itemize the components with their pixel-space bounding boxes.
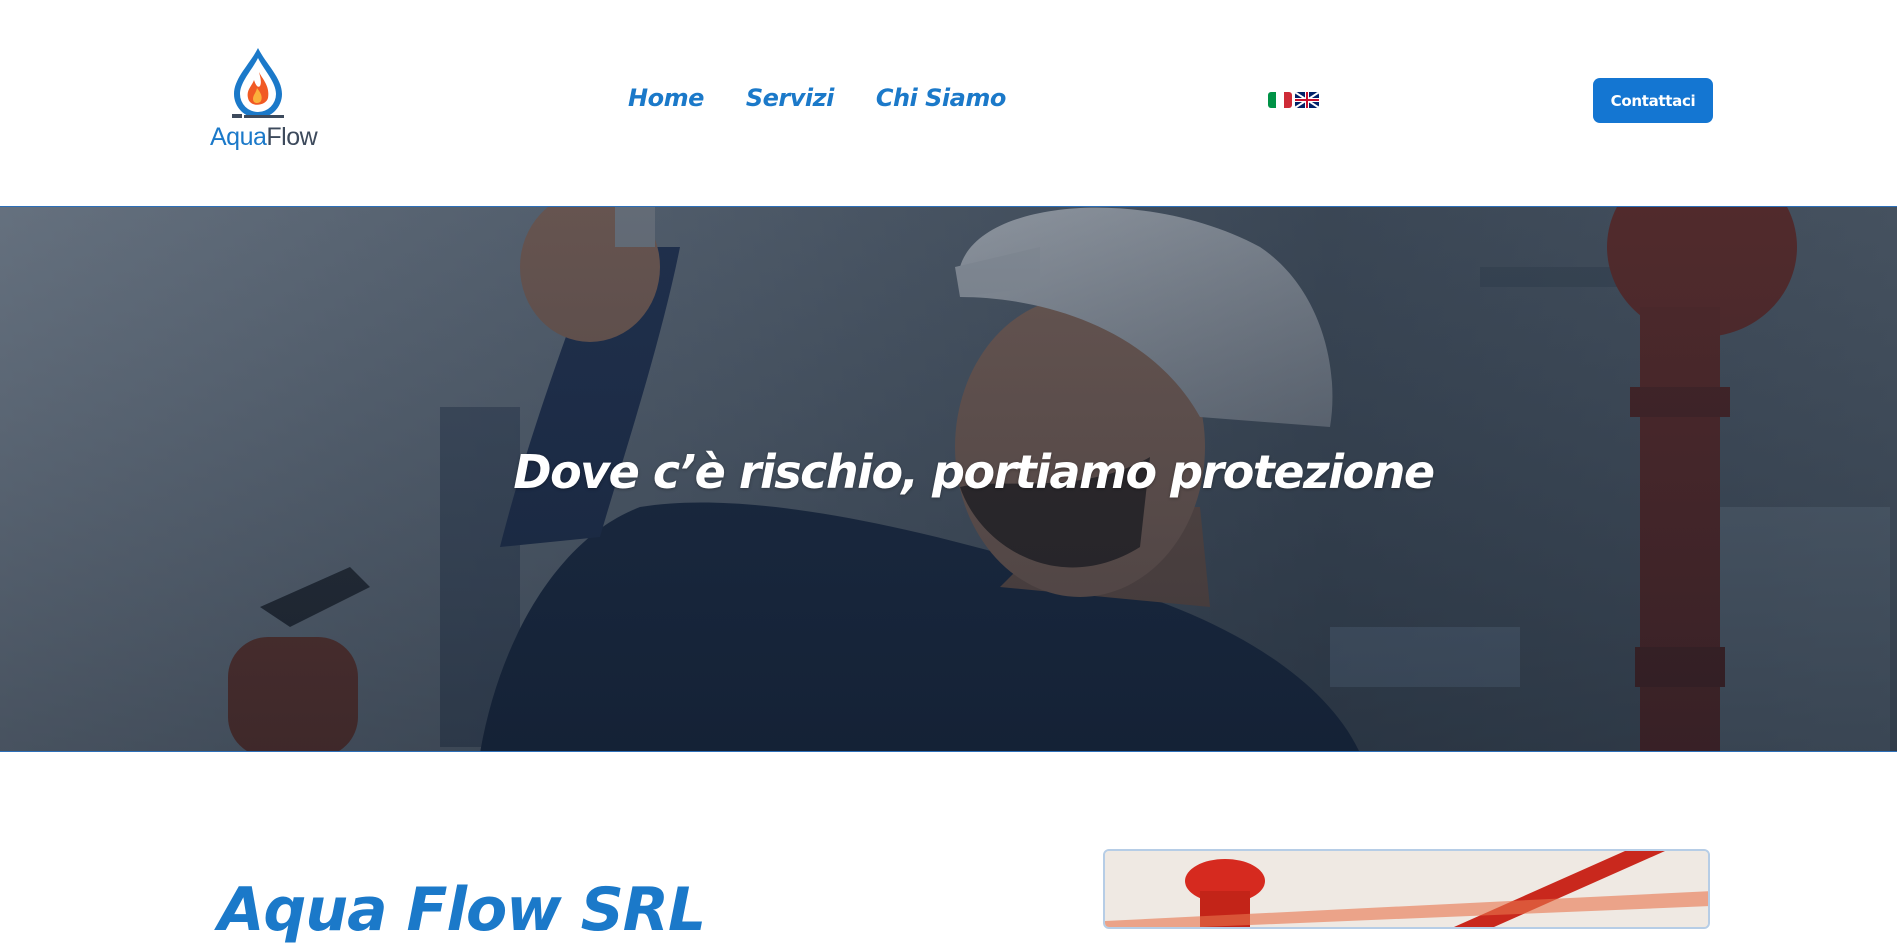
logo-text: AquaFlow bbox=[210, 123, 318, 151]
contact-button[interactable]: Contattaci bbox=[1593, 78, 1713, 123]
hero-title: Dove c’è rischio, portiamo protezione bbox=[513, 445, 1435, 499]
hero-banner: Dove c’è rischio, portiamo protezione bbox=[0, 206, 1897, 752]
main-nav: Home Servizi Chi Siamo bbox=[628, 84, 1006, 112]
site-header: AquaFlow Home Servizi Chi Siamo Contatta… bbox=[0, 0, 1897, 206]
nav-home[interactable]: Home bbox=[628, 84, 704, 112]
uk-flag-icon[interactable] bbox=[1295, 92, 1319, 108]
language-switcher bbox=[1268, 92, 1319, 108]
italy-flag-icon[interactable] bbox=[1268, 92, 1292, 108]
aquaflow-logo[interactable]: AquaFlow bbox=[208, 46, 320, 151]
nav-servizi[interactable]: Servizi bbox=[746, 84, 834, 112]
nav-chi-siamo[interactable]: Chi Siamo bbox=[876, 84, 1006, 112]
sprinkler-image bbox=[1103, 849, 1710, 929]
sprinkler-photo bbox=[1105, 851, 1708, 927]
about-title: Aqua Flow SRL bbox=[218, 875, 706, 945]
water-drop-flame-icon bbox=[232, 48, 284, 118]
